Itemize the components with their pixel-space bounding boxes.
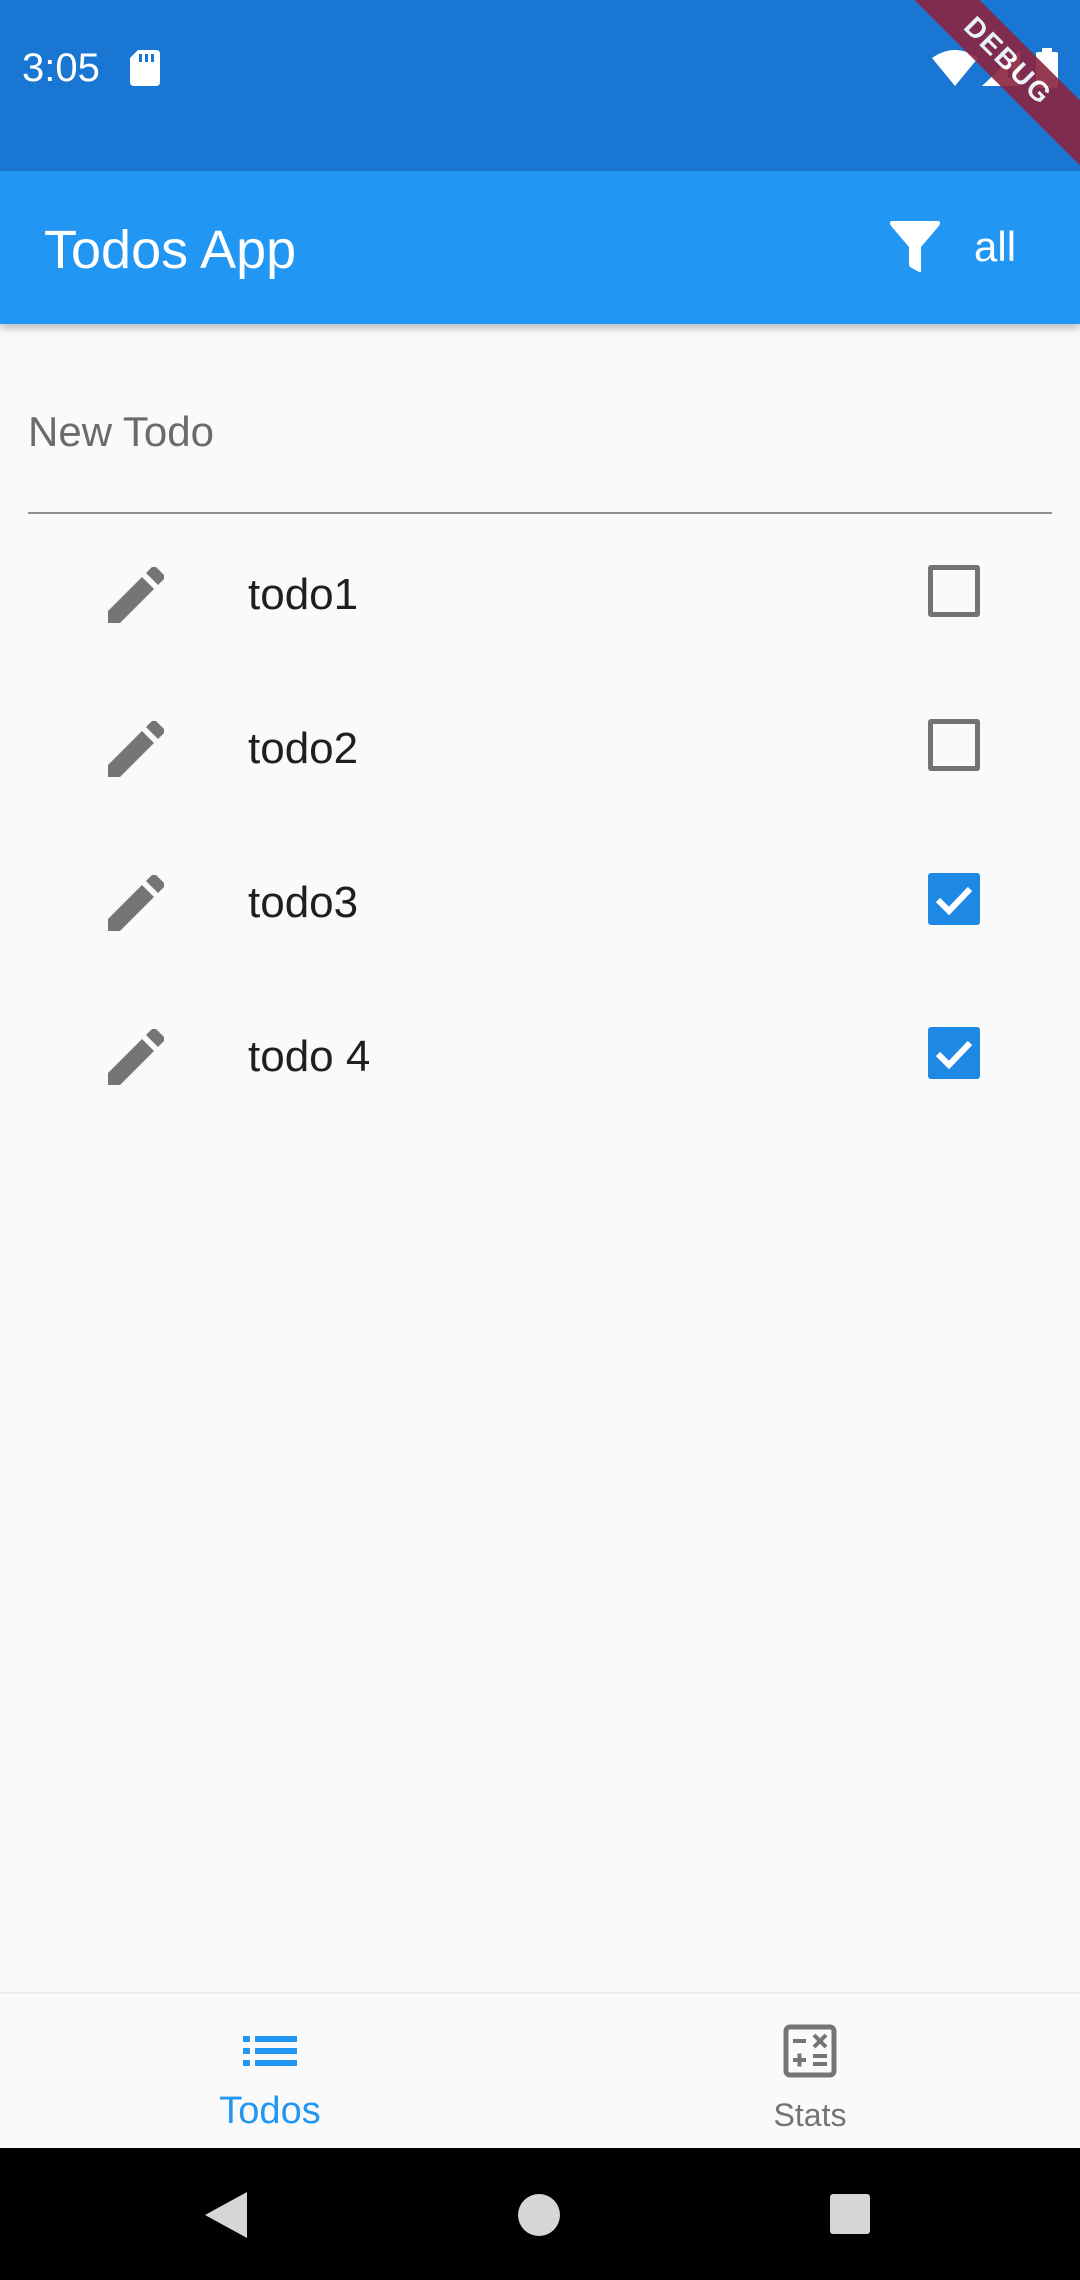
edit-icon[interactable]	[108, 1029, 164, 1085]
debug-banner: DEBUG	[885, 0, 1080, 184]
home-icon[interactable]	[518, 2194, 560, 2236]
filter-button[interactable]: all	[880, 207, 1050, 287]
todo-checkbox[interactable]	[928, 719, 980, 771]
check-icon	[935, 886, 973, 916]
check-icon	[935, 1040, 973, 1070]
sd-card-icon	[130, 50, 160, 86]
app-bar: Todos App all	[0, 171, 1080, 324]
todo-item: todo2	[0, 669, 1080, 823]
todo-label: todo3	[248, 878, 359, 927]
edit-icon[interactable]	[108, 567, 164, 623]
new-todo-input[interactable]	[28, 390, 1052, 456]
todo-label: todo2	[248, 724, 359, 773]
nav-label-todos: Todos	[219, 2090, 321, 2132]
filter-label: all	[974, 223, 1017, 270]
todo-checkbox[interactable]	[928, 873, 980, 925]
back-icon[interactable]	[205, 2192, 247, 2238]
todo-checkbox[interactable]	[928, 565, 980, 617]
nav-label-stats: Stats	[773, 2097, 847, 2133]
bottom-nav: Todos Stats	[0, 1992, 1080, 2150]
nav-item-stats[interactable]: Stats	[540, 1994, 1080, 2150]
todo-item: todo 4	[0, 977, 1080, 1131]
system-nav-bar	[0, 2148, 1080, 2280]
edit-icon[interactable]	[108, 875, 164, 931]
app-title: Todos App	[44, 220, 297, 280]
screen: 3:05 DEBUG Todos App all New Todo todo1 …	[0, 0, 1080, 2280]
todo-item: todo1	[0, 515, 1080, 669]
todo-item: todo3	[0, 823, 1080, 977]
recents-icon[interactable]	[830, 2194, 870, 2234]
list-icon	[243, 2036, 297, 2066]
new-todo-field	[28, 390, 1052, 514]
todo-list: todo1 todo2 todo3 todo 4	[0, 515, 1080, 1131]
todo-label: todo1	[248, 570, 359, 619]
calculator-icon	[783, 2024, 837, 2078]
nav-item-todos[interactable]: Todos	[0, 1994, 540, 2150]
edit-icon[interactable]	[108, 721, 164, 777]
status-bar: 3:05 DEBUG	[0, 0, 1080, 184]
filter-icon	[890, 221, 940, 273]
todo-label: todo 4	[248, 1032, 371, 1081]
todo-checkbox[interactable]	[928, 1027, 980, 1079]
status-time: 3:05	[22, 46, 100, 90]
